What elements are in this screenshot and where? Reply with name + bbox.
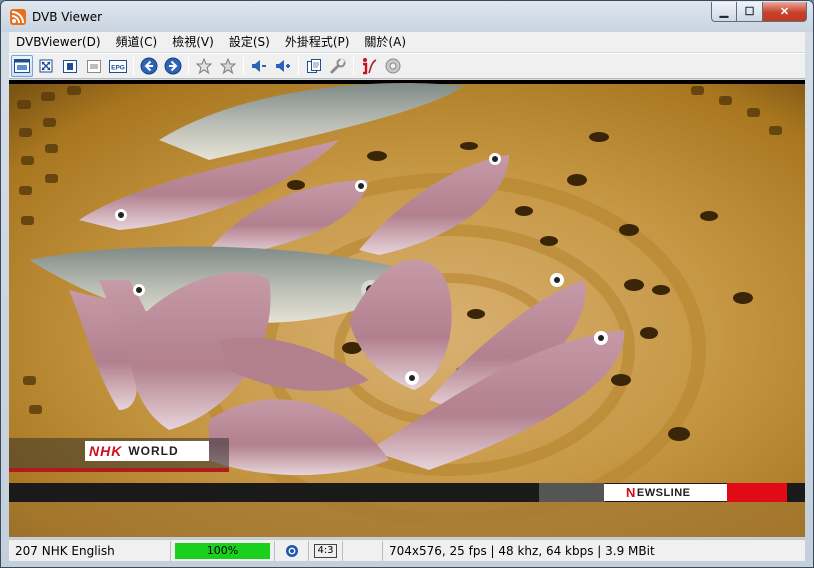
newsline-logo: N EWSLINE (604, 484, 727, 501)
stream-info: 704x576, 25 fps | 48 khz, 64 kbps | 3.9 … (389, 543, 655, 558)
status-bar: 207 NHK English 100% 4:3 704x576, 25 fps… (9, 539, 805, 561)
star-icon (196, 58, 212, 74)
current-channel[interactable]: 207 NHK English (9, 540, 171, 561)
info-button[interactable] (358, 55, 380, 77)
add-favorite-button[interactable] (217, 55, 239, 77)
newsline-logo-text: EWSLINE (636, 486, 691, 499)
toolbar-separator (353, 57, 354, 75)
aspect-ratio[interactable]: 4:3 (309, 540, 343, 561)
toolbar: EPG (9, 53, 805, 79)
disc-button[interactable] (382, 55, 404, 77)
close-button[interactable]: ✕ (763, 2, 807, 22)
menu-about[interactable]: 關於(A) (357, 32, 412, 52)
star-outline-icon (220, 58, 236, 74)
menu-view[interactable]: 檢視(V) (165, 32, 220, 52)
maximize-button[interactable]: ☐ (737, 2, 763, 22)
teletext-button[interactable] (59, 55, 81, 77)
newsline-logo-initial: N (626, 485, 636, 500)
volume-down-button[interactable] (248, 55, 270, 77)
fullscreen-button[interactable] (35, 55, 57, 77)
volume-up-button[interactable] (272, 55, 294, 77)
disc-icon (385, 58, 401, 74)
info-icon (363, 58, 377, 75)
menu-dvbviewer[interactable]: DVBViewer(D) (9, 32, 107, 52)
video-display[interactable]: NHK WORLD N EWSLINE (9, 80, 805, 537)
signal-strength: 100% (171, 540, 275, 561)
rss-broadcast-icon[interactable] (10, 9, 26, 25)
favorites-button[interactable] (193, 55, 215, 77)
toolbar-separator (243, 57, 244, 75)
toolbar-separator (188, 57, 189, 75)
copy-icon (307, 59, 321, 73)
toolbar-separator (298, 57, 299, 75)
signal-progress-bar: 100% (175, 542, 270, 559)
record-icon (285, 544, 298, 557)
options-button[interactable] (327, 55, 349, 77)
menu-bar: DVBViewer(D) 頻道(C) 檢視(V) 設定(S) 外掛程式(P) 關… (9, 32, 805, 52)
fullscreen-icon (39, 59, 53, 73)
window-mode-icon (14, 59, 30, 73)
aspect-ratio-label: 4:3 (314, 543, 337, 558)
minimize-icon: ▁ (719, 6, 729, 18)
menu-channels[interactable]: 頻道(C) (109, 32, 164, 52)
nhk-world-logo: NHK WORLD (85, 441, 209, 461)
volume-down-icon (252, 60, 266, 72)
epg-text: EPG (111, 64, 125, 71)
next-channel-button[interactable] (162, 55, 184, 77)
maximize-icon: ☐ (744, 6, 755, 18)
world-logo-text: WORLD (128, 444, 179, 458)
status-empty-cell (343, 540, 383, 561)
window-title: DVB Viewer (32, 10, 103, 24)
nhk-logo-text: NHK (89, 443, 123, 459)
teletext-icon (63, 59, 77, 73)
epg-button[interactable]: EPG (107, 55, 129, 77)
minimize-button[interactable]: ▁ (711, 2, 737, 22)
menu-plugins[interactable]: 外掛程式(P) (278, 32, 356, 52)
toolbar-separator (133, 57, 134, 75)
video-frame (9, 80, 805, 537)
osd-button[interactable] (83, 55, 105, 77)
epg-icon: EPG (109, 59, 127, 73)
window-mode-button[interactable] (11, 55, 33, 77)
copy-button[interactable] (303, 55, 325, 77)
arrow-right-icon (164, 57, 182, 75)
volume-up-icon (276, 60, 290, 72)
menu-settings[interactable]: 設定(S) (222, 32, 276, 52)
record-indicator[interactable] (275, 540, 309, 561)
title-bar[interactable]: DVB Viewer ▁ ☐ ✕ (1, 1, 813, 32)
app-window: DVB Viewer ▁ ☐ ✕ DVBViewer(D) 頻道(C) 檢視(V… (0, 0, 814, 568)
osd-icon (87, 59, 101, 73)
close-icon: ✕ (779, 6, 790, 18)
arrow-left-icon (140, 57, 158, 75)
wrench-icon (330, 58, 346, 74)
previous-channel-button[interactable] (138, 55, 160, 77)
